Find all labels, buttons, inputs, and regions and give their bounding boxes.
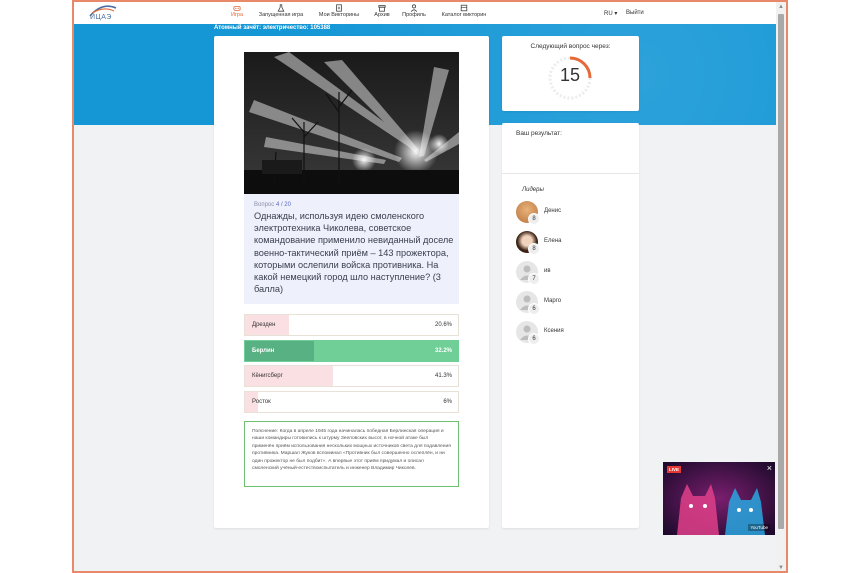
nav-item-label: Мои Викторины bbox=[318, 12, 360, 18]
nav-item-label: Профиль bbox=[402, 12, 426, 18]
explanation-box: Пояснение: Когда в апреле 1945 года начи… bbox=[244, 421, 459, 487]
nav-item-game[interactable]: Игра bbox=[226, 4, 248, 24]
answer-label: Берлин bbox=[252, 348, 275, 354]
leader-name: Денис bbox=[544, 208, 562, 214]
question-box: Вопрос 4 / 20 Однажды, используя идею см… bbox=[244, 194, 459, 304]
searchlights-photo bbox=[244, 52, 459, 194]
answer-percent: 6% bbox=[443, 399, 452, 405]
leader-item: 7 ив bbox=[516, 261, 626, 287]
leader-name: ив bbox=[544, 268, 551, 274]
leader-score: 6 bbox=[528, 303, 540, 315]
catalog-icon bbox=[460, 4, 468, 12]
question-text: Однажды, используя идею смоленского элек… bbox=[254, 211, 454, 295]
leaders-title: Лидеры bbox=[522, 187, 544, 193]
question-counter: Вопрос 4 / 20 bbox=[254, 202, 291, 208]
question-card: Вопрос 4 / 20 Однажды, используя идею см… bbox=[214, 36, 489, 528]
nav-item-label: Запущенная игра bbox=[258, 12, 304, 18]
logo-text: ИЦАЭ bbox=[90, 14, 112, 21]
gamepad-icon bbox=[233, 6, 241, 11]
floating-video-player[interactable]: LIVE × YouTube bbox=[663, 462, 775, 535]
youtube-logo[interactable]: YouTube bbox=[748, 524, 770, 531]
nav-item-catalog[interactable]: Каталог викторин bbox=[436, 4, 492, 24]
chevron-down-icon: ▾ bbox=[614, 11, 618, 17]
scroll-down-arrow-icon[interactable]: ▼ bbox=[778, 565, 784, 571]
answer-option-correct[interactable]: Берлин 32.2% bbox=[244, 340, 459, 362]
nav-item-label: Каталог викторин bbox=[441, 12, 487, 18]
leader-name: Марго bbox=[544, 298, 562, 304]
leader-name: Елена bbox=[544, 238, 562, 244]
logout-link[interactable]: Выйти bbox=[626, 10, 644, 16]
answer-option[interactable]: Дрезден 20.6% bbox=[244, 314, 459, 336]
document-icon bbox=[336, 4, 342, 12]
live-badge: LIVE bbox=[667, 466, 682, 473]
scroll-up-arrow-icon[interactable]: ▲ bbox=[778, 4, 784, 10]
results-card: Ваш результат: Лидеры 8 Денис 8 Елена 7 … bbox=[502, 123, 639, 528]
question-image bbox=[244, 52, 459, 194]
answer-percent: 32.2% bbox=[434, 348, 452, 354]
leader-score: 8 bbox=[528, 243, 540, 255]
answer-label: Кёнигсберг bbox=[252, 373, 283, 379]
archive-icon bbox=[378, 5, 386, 12]
answer-percent: 41.3% bbox=[434, 373, 452, 379]
close-icon[interactable]: × bbox=[767, 463, 772, 473]
nav-item-my-quizzes[interactable]: Мои Викторины bbox=[314, 4, 364, 24]
leader-item: 6 Марго bbox=[516, 291, 626, 317]
scrollbar-thumb[interactable] bbox=[778, 14, 784, 529]
question-counter-label: Вопрос bbox=[254, 202, 275, 208]
nav-item-running-game[interactable]: Запущенная игра bbox=[254, 4, 308, 24]
language-selector[interactable]: RU ▾ bbox=[604, 10, 617, 17]
answer-label: Росток bbox=[252, 399, 271, 405]
timer-card: Следующий вопрос через: 15 bbox=[502, 36, 639, 111]
page-scrollbar[interactable]: ▲ ▼ bbox=[776, 2, 786, 571]
answer-option[interactable]: Кёнигсберг 41.3% bbox=[244, 365, 459, 387]
nav-item-archive[interactable]: Архив bbox=[370, 4, 394, 24]
nav-item-profile[interactable]: Профиль bbox=[400, 4, 428, 24]
nav-item-label: Архив bbox=[374, 12, 390, 18]
logo[interactable]: ИЦАЭ bbox=[74, 2, 124, 24]
quiz-title: Атомный зачёт: электричество: 105388 bbox=[214, 25, 331, 31]
divider bbox=[502, 173, 639, 174]
answer-option[interactable]: Росток 6% bbox=[244, 391, 459, 413]
top-navigation: ИЦАЭ Игра Запущенная игра Мои Викторины … bbox=[74, 2, 778, 24]
nav-item-label: Игра bbox=[230, 12, 244, 18]
result-title: Ваш результат: bbox=[516, 130, 562, 137]
leader-score: 8 bbox=[528, 213, 540, 225]
leader-score: 6 bbox=[528, 333, 540, 345]
answer-percent: 20.6% bbox=[434, 322, 452, 328]
leader-item: 8 Елена bbox=[516, 231, 626, 257]
leader-name: Ксения bbox=[544, 328, 564, 334]
flask-icon bbox=[277, 4, 285, 12]
user-icon bbox=[410, 4, 418, 12]
leader-score: 7 bbox=[528, 273, 540, 285]
leader-item: 6 Ксения bbox=[516, 321, 626, 347]
language-label: RU bbox=[604, 11, 613, 17]
timer-value: 15 bbox=[559, 65, 581, 85]
timer-title: Следующий вопрос через: bbox=[530, 43, 611, 50]
answer-label: Дрезден bbox=[252, 322, 276, 328]
question-counter-value: 4 / 20 bbox=[275, 202, 291, 208]
leader-item: 8 Денис bbox=[516, 201, 626, 227]
